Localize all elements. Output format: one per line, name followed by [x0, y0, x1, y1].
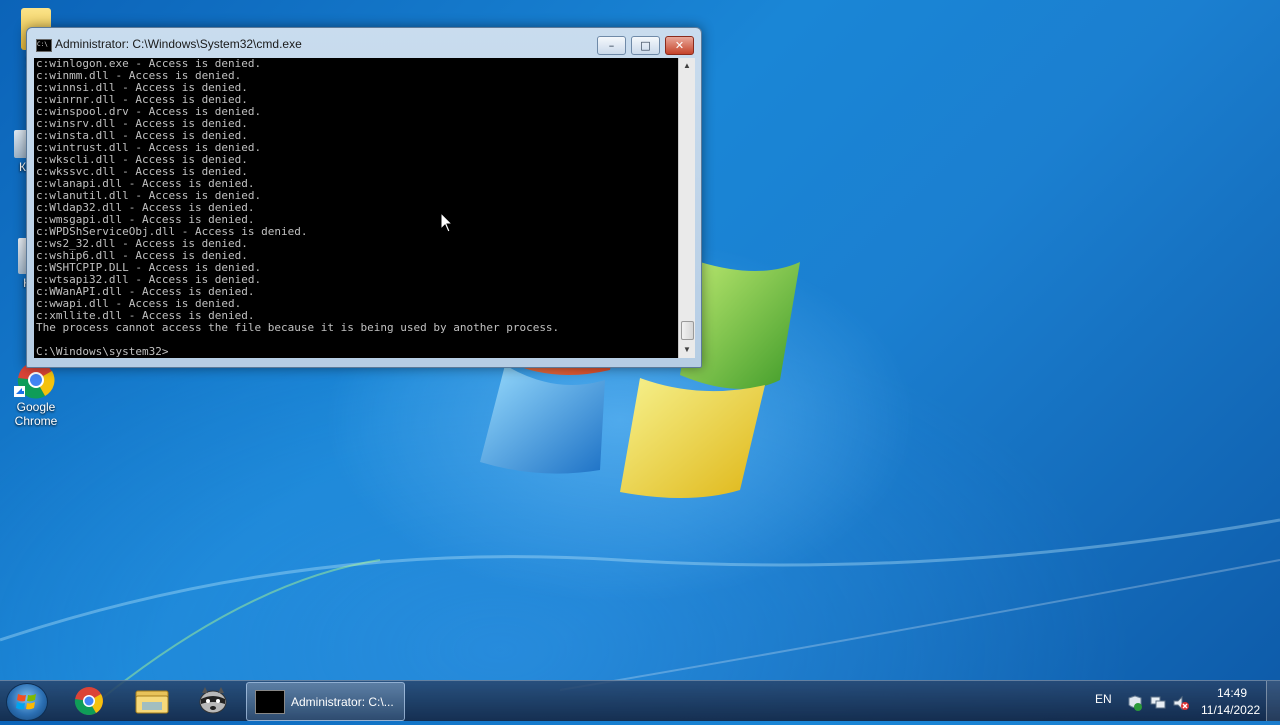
maximize-icon: □	[640, 39, 651, 52]
taskbar: Administrator: C:\... EN 14:49 11/14/202…	[0, 680, 1280, 721]
language-indicator[interactable]: EN	[1095, 692, 1112, 706]
maximize-button[interactable]: □	[631, 36, 660, 55]
close-button[interactable]: ✕	[665, 36, 694, 55]
taskbar-cmd-button[interactable]: Administrator: C:\...	[246, 682, 405, 721]
mouse-pointer-icon	[440, 212, 454, 233]
window-titlebar[interactable]: C:\ Administrator: C:\Windows\System32\c…	[27, 28, 701, 58]
taskbar-chrome-button[interactable]	[62, 683, 118, 719]
window-title: Administrator: C:\Windows\System32\cmd.e…	[55, 37, 302, 51]
cmd-icon	[255, 690, 285, 714]
taskbar-explorer-button[interactable]	[124, 683, 180, 719]
windows-start-icon[interactable]	[6, 683, 48, 721]
scroll-thumb[interactable]	[681, 321, 694, 340]
vertical-scrollbar[interactable]: ▲ ▼	[678, 58, 695, 358]
console-lines: c:winlogon.exe - Access is denied. c:winm…	[36, 58, 559, 358]
scroll-down-icon[interactable]: ▼	[679, 342, 695, 358]
clock-date[interactable]: 11/14/2022	[1201, 703, 1260, 717]
minimize-button[interactable]: –	[597, 36, 626, 55]
console-line: C:\Windows\system32>	[36, 345, 169, 358]
console-output[interactable]: c:winlogon.exe - Access is denied. c:winm…	[34, 58, 678, 358]
taskbar-cmd-label: Administrator: C:\...	[291, 695, 394, 709]
cmd-window[interactable]: C:\ Administrator: C:\Windows\System32\c…	[26, 27, 702, 368]
windows-logo-icon	[16, 694, 36, 710]
desktop-icon-label: Google Chrome	[14, 400, 58, 428]
folder-icon	[135, 690, 169, 714]
clock-time[interactable]: 14:49	[1217, 686, 1247, 700]
minimize-icon: –	[608, 39, 615, 52]
volume-muted-icon[interactable]	[1172, 694, 1190, 712]
taskbar-app-button[interactable]	[186, 683, 242, 719]
show-desktop-button[interactable]	[1266, 681, 1280, 721]
action-center-icon[interactable]	[1126, 694, 1144, 712]
raccoon-icon	[199, 687, 227, 714]
chrome-icon	[74, 687, 103, 715]
network-icon[interactable]	[1149, 694, 1167, 712]
close-icon: ✕	[674, 39, 685, 52]
console-line: The process cannot access the file becau…	[36, 321, 560, 334]
scroll-up-icon[interactable]: ▲	[679, 58, 695, 74]
desktop-icon-google-chrome[interactable]: Google Chrome	[0, 360, 72, 428]
cmd-icon: C:\	[36, 39, 52, 52]
